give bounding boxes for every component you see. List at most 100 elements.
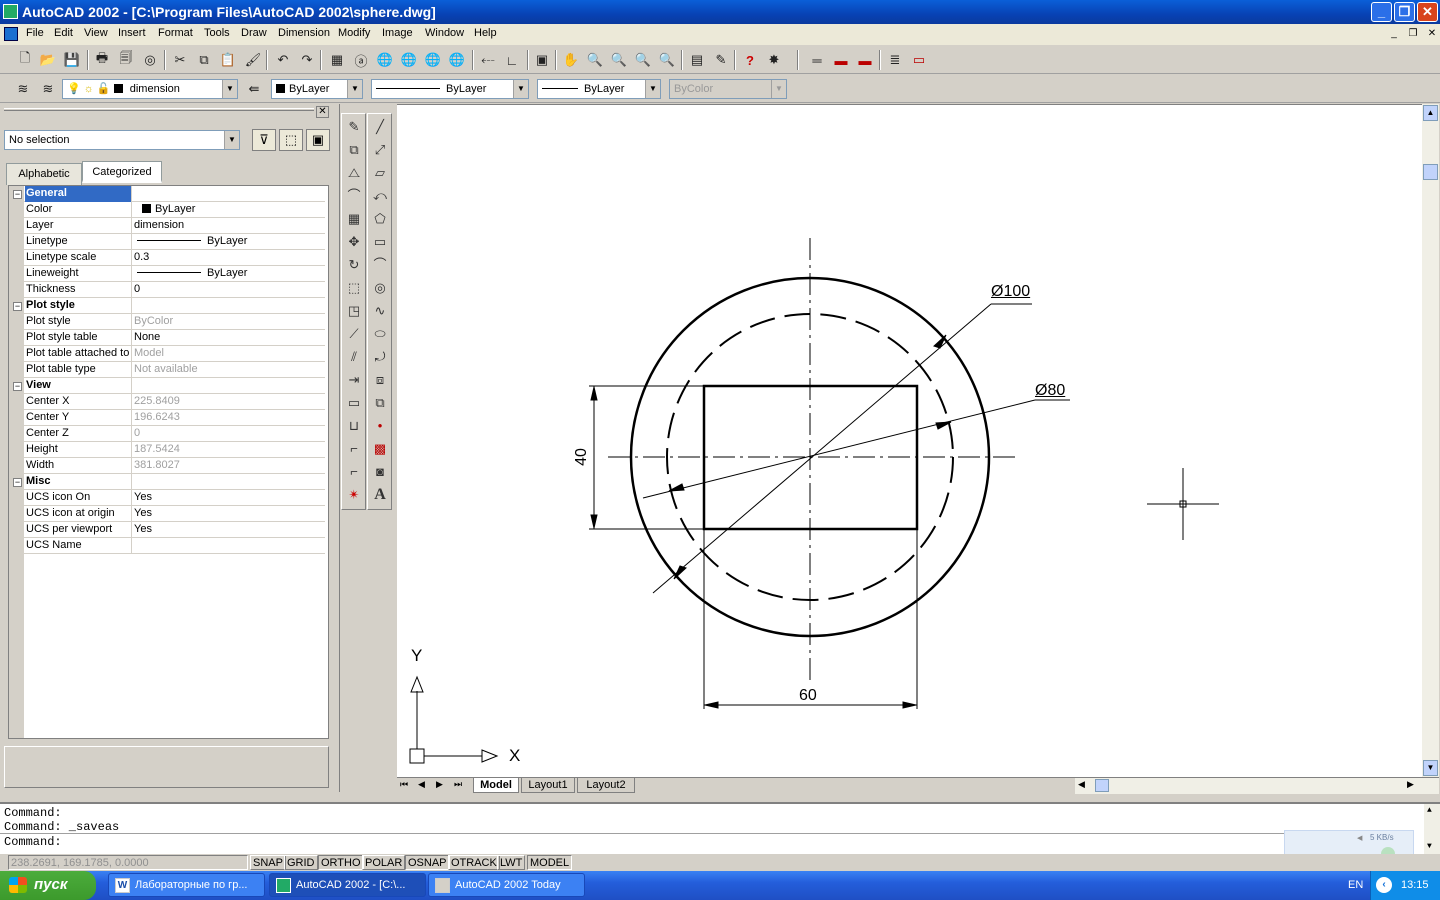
xyz-icon[interactable]: ▭ [908, 49, 930, 71]
document-icon[interactable] [4, 27, 18, 41]
design-center-icon[interactable]: ▦ [326, 49, 348, 71]
scale-icon[interactable]: ⬚ [344, 278, 364, 298]
task-autocad-drawing[interactable]: AutoCAD 2002 - [C:\... [269, 873, 426, 897]
doc-close-button[interactable]: ✕ [1424, 27, 1440, 41]
hatch-icon[interactable]: ▩ [370, 439, 390, 459]
property-value[interactable]: ByColor [133, 314, 323, 330]
property-row[interactable]: Width 381.8027 [9, 458, 325, 474]
property-row[interactable]: Linetype scale 0.3 [9, 250, 325, 266]
property-row[interactable]: Layer dimension [9, 218, 325, 234]
region-icon[interactable]: ◙ [370, 462, 390, 482]
dim-style-icon-2[interactable]: ▬ [854, 49, 876, 71]
save-icon[interactable]: 💾 [61, 49, 83, 71]
tab-layout2[interactable]: Layout2 [577, 778, 635, 793]
property-row[interactable]: Color ByLayer [9, 202, 325, 218]
construction-line-icon[interactable]: ⤢ [370, 140, 390, 160]
copy-object-icon[interactable]: ⧉ [344, 140, 364, 160]
tab-prev-icon[interactable]: ◀ [418, 779, 425, 790]
web-icon-1[interactable]: 🌐 [374, 49, 396, 71]
tray-expand-icon[interactable]: ‹ [1376, 877, 1392, 893]
chevron-down-icon[interactable]: ▼ [347, 80, 362, 98]
lengthen-icon[interactable]: ⟋ [344, 324, 364, 344]
scroll-down-icon[interactable]: ▼ [1423, 760, 1438, 776]
menu-help[interactable]: Help [474, 27, 497, 39]
line-icon[interactable]: ╱ [370, 117, 390, 137]
property-value[interactable]: ByLayer [133, 234, 323, 250]
tab-last-icon[interactable]: ⏭ [454, 779, 462, 790]
open-file-icon[interactable]: 📂 [37, 49, 59, 71]
property-category[interactable]: − Misc [9, 474, 325, 490]
property-row[interactable]: Plot style table None [9, 330, 325, 346]
property-value[interactable]: 225.8409 [133, 394, 323, 410]
ucs-icon[interactable]: ∟ [501, 49, 523, 71]
menu-dimension[interactable]: Dimension [278, 27, 330, 39]
property-row[interactable]: Center Y 196.6243 [9, 410, 325, 426]
property-value[interactable]: 0 [133, 426, 323, 442]
toggle-snap[interactable]: SNAP [250, 855, 286, 870]
stretch-icon[interactable]: ◳ [344, 301, 364, 321]
menu-modify[interactable]: Modify [338, 27, 370, 39]
mirror-icon[interactable]: ⧍ [344, 163, 364, 183]
break-icon[interactable]: ▭ [344, 393, 364, 413]
rectangle-icon[interactable]: ▭ [370, 232, 390, 252]
polygon-icon[interactable]: ⤺ [370, 186, 390, 206]
print-icon[interactable]: 🖶 [91, 49, 113, 71]
property-value[interactable]: 0.3 [133, 250, 323, 266]
insert-block-icon[interactable]: ⧈ [370, 370, 390, 390]
toggle-polar[interactable]: POLAR [362, 855, 406, 870]
drawing-area[interactable]: Ø100 Ø80 40 60 Y X [397, 104, 1422, 777]
menu-view[interactable]: View [84, 27, 108, 39]
dim-linear-icon[interactable]: ═ [806, 49, 828, 71]
palette-grip[interactable] [4, 108, 314, 111]
command-window[interactable]: Command: Command: _saveas Command: 5 KB/… [0, 802, 1440, 868]
toggle-osnap[interactable]: OSNAP [405, 855, 450, 870]
trim-icon[interactable]: ⫽ [344, 347, 364, 367]
layer-combo[interactable]: 💡 ☼ 🔓 dimension ▼ [62, 79, 238, 99]
tab-alphabetic[interactable]: Alphabetic [6, 163, 82, 185]
realtime-pan-icon[interactable]: ✋ [560, 49, 582, 71]
minimize-button[interactable]: _ [1371, 2, 1392, 22]
property-value[interactable]: ByLayer [133, 202, 323, 218]
spline-icon[interactable]: ∿ [370, 301, 390, 321]
scroll-right-icon[interactable]: ▶ [1407, 779, 1414, 790]
menu-insert[interactable]: Insert [118, 27, 146, 39]
properties-icon[interactable]: ▤ [686, 49, 708, 71]
doc-restore-button[interactable]: ❐ [1405, 27, 1421, 41]
web-icon-3[interactable]: 🌐 [422, 49, 444, 71]
quick-select-icon[interactable]: ⊽ [252, 129, 276, 151]
paste-icon[interactable]: 📋 [217, 49, 239, 71]
property-row[interactable]: UCS icon On Yes [9, 490, 325, 506]
property-row[interactable]: UCS Name [9, 538, 325, 554]
zoom-window-icon[interactable]: 🔍 [608, 49, 630, 71]
property-value[interactable]: Model [133, 346, 323, 362]
property-row[interactable]: UCS icon at origin Yes [9, 506, 325, 522]
property-category[interactable]: − General [9, 186, 325, 202]
chevron-down-icon[interactable]: ▼ [645, 80, 660, 98]
chevron-down-icon[interactable]: ▼ [513, 80, 528, 98]
task-word-doc[interactable]: W Лабораторные по гр... [108, 873, 265, 897]
color-combo[interactable]: ByLayer ▼ [271, 79, 363, 99]
property-value[interactable]: dimension [133, 218, 323, 234]
language-indicator[interactable]: EN [1348, 879, 1363, 891]
property-value[interactable]: Not available [133, 362, 323, 378]
toggle-otrack[interactable]: OTRACK [448, 855, 500, 870]
cut-icon[interactable]: ✂ [169, 49, 191, 71]
zoom-previous-icon[interactable]: 🔍 [632, 49, 654, 71]
zoom-extents-icon[interactable]: 🔍 [656, 49, 678, 71]
property-row[interactable]: Center X 225.8409 [9, 394, 325, 410]
explode-icon[interactable]: ✴ [344, 485, 364, 505]
menu-image[interactable]: Image [382, 27, 413, 39]
property-value[interactable]: Yes [133, 506, 323, 522]
tab-model[interactable]: Model [473, 778, 519, 793]
collapse-icon[interactable]: − [13, 302, 22, 311]
collapse-icon[interactable]: − [13, 382, 22, 391]
copy-icon[interactable]: ⧉ [193, 49, 215, 71]
start-button[interactable]: пуск [0, 871, 96, 900]
property-row[interactable]: Center Z0 [9, 426, 325, 442]
coordinate-display[interactable]: 238.2691, 169.1785, 0.0000 [8, 855, 248, 870]
chevron-down-icon[interactable]: ▼ [222, 80, 237, 98]
ellipse-icon[interactable]: ⬭ [370, 324, 390, 344]
restore-button[interactable]: ❐ [1394, 2, 1415, 22]
text-style-icon[interactable]: ≣ [884, 49, 906, 71]
doc-minimize-button[interactable]: _ [1386, 27, 1402, 41]
